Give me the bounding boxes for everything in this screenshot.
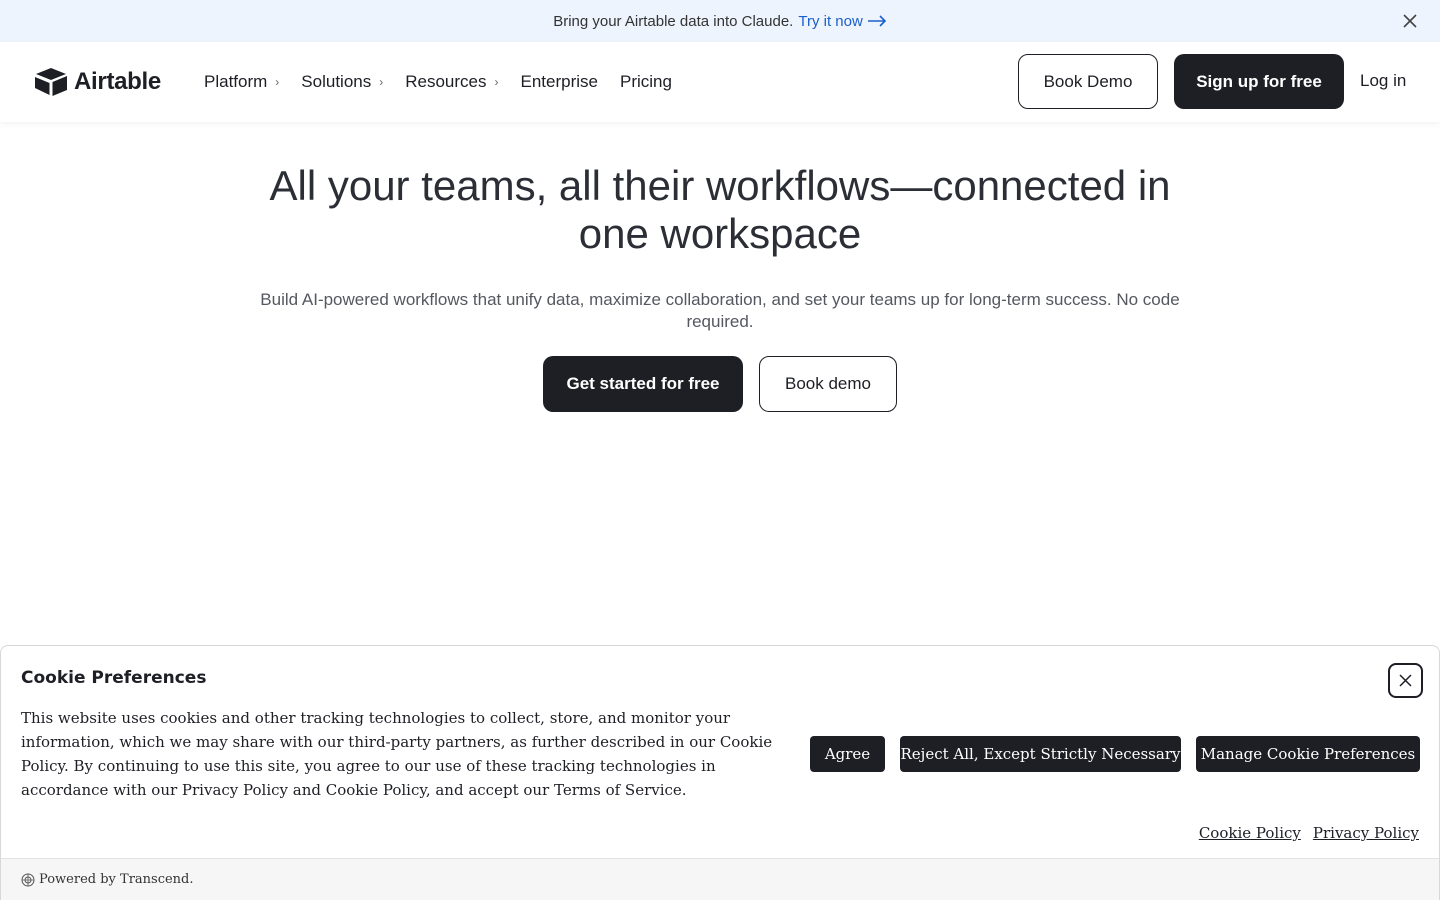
cookie-body-text: This website uses cookies and other trac… bbox=[21, 709, 773, 799]
chevron-right-icon: › bbox=[494, 75, 499, 89]
cookie-policy-link[interactable]: Cookie Policy bbox=[1199, 824, 1301, 842]
try-it-now-link[interactable]: Try it now bbox=[798, 13, 886, 30]
nav-platform-label: Platform bbox=[204, 72, 268, 91]
nav-platform[interactable]: Platform › bbox=[204, 72, 279, 92]
cookie-manage-button[interactable]: Manage Cookie Preferences bbox=[1196, 736, 1420, 772]
nav-resources[interactable]: Resources › bbox=[405, 72, 498, 92]
main-nav: Platform › Solutions › Resources › Enter… bbox=[204, 42, 694, 122]
nav-pricing-label: Pricing bbox=[619, 72, 672, 91]
hero-title: All your teams, all their workflows—conn… bbox=[269, 162, 1171, 257]
airtable-logo-icon bbox=[35, 68, 67, 96]
hero-subtitle: Build AI-powered workflows that unify da… bbox=[260, 290, 1180, 331]
announcement-bar: Bring your Airtable data into Claude. Tr… bbox=[0, 0, 1440, 42]
arrow-right-icon bbox=[867, 15, 886, 27]
logo-text: Airtable bbox=[74, 68, 161, 95]
cookie-agree-button[interactable]: Agree bbox=[810, 736, 885, 772]
nav-enterprise-label: Enterprise bbox=[520, 72, 598, 91]
announcement-text: Bring your Airtable data into Claude. bbox=[553, 12, 794, 30]
nav-solutions-label: Solutions bbox=[301, 72, 372, 91]
cookie-title: Cookie Preferences bbox=[21, 668, 207, 688]
close-icon[interactable] bbox=[1402, 13, 1418, 29]
privacy-policy-link[interactable]: Privacy Policy bbox=[1313, 824, 1419, 842]
try-it-now-label: Try it now bbox=[798, 12, 863, 30]
sign-up-button[interactable]: Sign up for free bbox=[1174, 54, 1344, 109]
close-icon bbox=[1399, 674, 1412, 687]
powered-by-text: Powered by Transcend. bbox=[39, 872, 194, 887]
hero-book-demo-button[interactable]: Book demo bbox=[759, 356, 897, 412]
log-in-link[interactable]: Log in bbox=[1360, 71, 1406, 91]
cookie-policy-links: Cookie Policy Privacy Policy bbox=[1199, 824, 1419, 842]
nav-solutions[interactable]: Solutions › bbox=[301, 72, 383, 92]
get-started-button[interactable]: Get started for free bbox=[543, 356, 743, 412]
transcend-logo-icon bbox=[21, 873, 35, 886]
nav-resources-label: Resources bbox=[405, 72, 487, 91]
cookie-banner: Cookie Preferences This website uses coo… bbox=[0, 645, 1440, 900]
airtable-logo[interactable]: Airtable bbox=[34, 67, 161, 97]
cookie-close-button[interactable] bbox=[1388, 663, 1423, 698]
site-header: Airtable Platform › Solutions › Resource… bbox=[0, 42, 1440, 122]
chevron-right-icon: › bbox=[379, 75, 384, 89]
chevron-right-icon: › bbox=[275, 75, 280, 89]
book-demo-button[interactable]: Book Demo bbox=[1018, 54, 1158, 109]
nav-pricing[interactable]: Pricing bbox=[620, 72, 672, 92]
nav-enterprise[interactable]: Enterprise bbox=[521, 72, 598, 92]
cookie-footer: Powered by Transcend. bbox=[1, 858, 1439, 900]
cookie-reject-button[interactable]: Reject All, Except Strictly Necessary bbox=[900, 736, 1181, 772]
